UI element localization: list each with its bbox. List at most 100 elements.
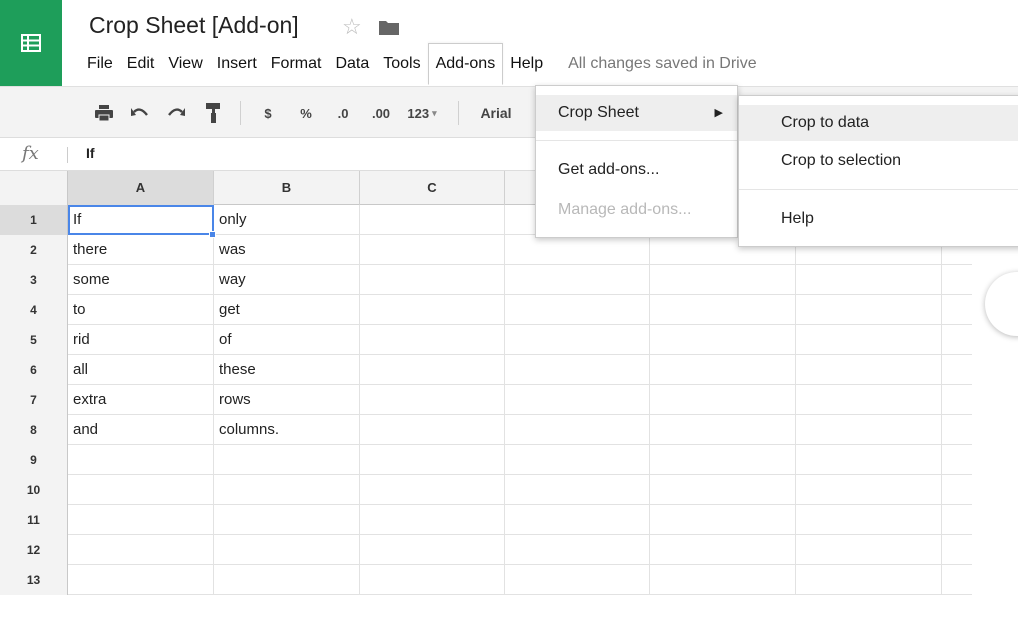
cell-a3[interactable]: some xyxy=(68,265,214,295)
cell[interactable] xyxy=(505,235,650,265)
menu-data[interactable]: Data xyxy=(328,44,376,84)
select-all-corner[interactable] xyxy=(0,171,68,205)
selection-fill-handle[interactable] xyxy=(209,231,216,238)
row-header[interactable]: 6 xyxy=(0,355,68,385)
row-header[interactable]: 5 xyxy=(0,325,68,355)
cell[interactable] xyxy=(796,445,942,475)
row-header[interactable]: 11 xyxy=(0,505,68,535)
cell[interactable] xyxy=(650,385,796,415)
print-icon[interactable] xyxy=(92,101,116,125)
row-header[interactable]: 4 xyxy=(0,295,68,325)
folder-icon[interactable] xyxy=(378,19,400,41)
cell-a2[interactable]: there xyxy=(68,235,214,265)
cell[interactable] xyxy=(650,415,796,445)
star-icon[interactable]: ☆ xyxy=(342,14,362,40)
menu-item-get-addons[interactable]: Get add-ons... xyxy=(536,152,737,188)
cell[interactable] xyxy=(650,295,796,325)
cell-b7[interactable]: rows xyxy=(214,385,360,415)
cell[interactable] xyxy=(68,565,214,595)
cell-b1[interactable]: only xyxy=(214,205,360,235)
cell[interactable] xyxy=(505,385,650,415)
cell[interactable] xyxy=(214,565,360,595)
cell-b6[interactable]: these xyxy=(214,355,360,385)
cell[interactable] xyxy=(505,295,650,325)
cell[interactable] xyxy=(360,265,505,295)
cell-b8[interactable]: columns. xyxy=(214,415,360,445)
number-format-dropdown[interactable]: 123 ▾ xyxy=(402,101,442,125)
cell[interactable] xyxy=(68,535,214,565)
currency-format-button[interactable]: $ xyxy=(260,101,276,125)
row-header[interactable]: 10 xyxy=(0,475,68,505)
cell[interactable] xyxy=(796,295,942,325)
cell[interactable] xyxy=(650,355,796,385)
cell[interactable] xyxy=(360,295,505,325)
row-header[interactable]: 2 xyxy=(0,235,68,265)
percent-format-button[interactable]: % xyxy=(296,101,316,125)
floating-action-button[interactable] xyxy=(985,272,1018,336)
undo-icon[interactable] xyxy=(128,101,152,125)
cell[interactable] xyxy=(360,535,505,565)
menu-item-crop-to-selection[interactable]: Crop to selection xyxy=(739,143,1018,179)
cell-b2[interactable]: was xyxy=(214,235,360,265)
cell[interactable] xyxy=(505,325,650,355)
cell-b4[interactable]: get xyxy=(214,295,360,325)
cell[interactable] xyxy=(360,445,505,475)
cell[interactable] xyxy=(505,355,650,385)
cell[interactable] xyxy=(214,445,360,475)
cell[interactable] xyxy=(214,505,360,535)
cell[interactable] xyxy=(796,565,942,595)
column-header-c[interactable]: C xyxy=(360,171,505,205)
formula-input[interactable]: If xyxy=(86,145,95,161)
menu-view[interactable]: View xyxy=(161,44,209,84)
cell-a1[interactable]: If xyxy=(68,205,214,235)
menu-item-help[interactable]: Help xyxy=(739,201,1018,237)
menu-addons[interactable]: Add-ons xyxy=(427,43,504,85)
cell[interactable] xyxy=(214,535,360,565)
decrease-decimals-button[interactable]: .0 xyxy=(330,101,356,125)
font-family-dropdown[interactable]: Arial xyxy=(474,101,518,125)
cell-b3[interactable]: way xyxy=(214,265,360,295)
row-header[interactable]: 13 xyxy=(0,565,68,595)
cell[interactable] xyxy=(650,475,796,505)
cell-b5[interactable]: of xyxy=(214,325,360,355)
paint-format-icon[interactable] xyxy=(202,101,224,125)
cell[interactable] xyxy=(796,265,942,295)
column-header-b[interactable]: B xyxy=(214,171,360,205)
cell[interactable] xyxy=(505,415,650,445)
cell[interactable] xyxy=(505,565,650,595)
cell[interactable] xyxy=(360,505,505,535)
column-header-a[interactable]: A xyxy=(68,171,214,205)
cell[interactable] xyxy=(650,445,796,475)
menu-tools[interactable]: Tools xyxy=(376,44,427,84)
cell[interactable] xyxy=(360,565,505,595)
cell[interactable] xyxy=(68,475,214,505)
cell[interactable] xyxy=(360,205,505,235)
cell[interactable] xyxy=(360,475,505,505)
cell[interactable] xyxy=(650,505,796,535)
cell[interactable] xyxy=(650,535,796,565)
cell-a4[interactable]: to xyxy=(68,295,214,325)
cell[interactable] xyxy=(796,505,942,535)
menu-edit[interactable]: Edit xyxy=(120,44,162,84)
cell[interactable] xyxy=(68,445,214,475)
row-header[interactable]: 12 xyxy=(0,535,68,565)
menu-item-crop-to-data[interactable]: Crop to data xyxy=(739,105,1018,141)
cell[interactable] xyxy=(650,565,796,595)
menu-help[interactable]: Help xyxy=(503,44,550,84)
row-header[interactable]: 3 xyxy=(0,265,68,295)
cell[interactable] xyxy=(360,235,505,265)
menu-format[interactable]: Format xyxy=(264,44,329,84)
cell[interactable] xyxy=(796,355,942,385)
cell[interactable] xyxy=(650,265,796,295)
row-header[interactable]: 9 xyxy=(0,445,68,475)
cell[interactable] xyxy=(360,385,505,415)
save-status[interactable]: All changes saved in Drive xyxy=(568,55,757,73)
row-header[interactable]: 8 xyxy=(0,415,68,445)
document-title[interactable]: Crop Sheet [Add-on] xyxy=(89,12,299,39)
cell[interactable] xyxy=(796,535,942,565)
cell[interactable] xyxy=(505,475,650,505)
cell-a5[interactable]: rid xyxy=(68,325,214,355)
cell[interactable] xyxy=(796,385,942,415)
redo-icon[interactable] xyxy=(164,101,188,125)
sheets-logo-icon[interactable] xyxy=(0,0,62,86)
